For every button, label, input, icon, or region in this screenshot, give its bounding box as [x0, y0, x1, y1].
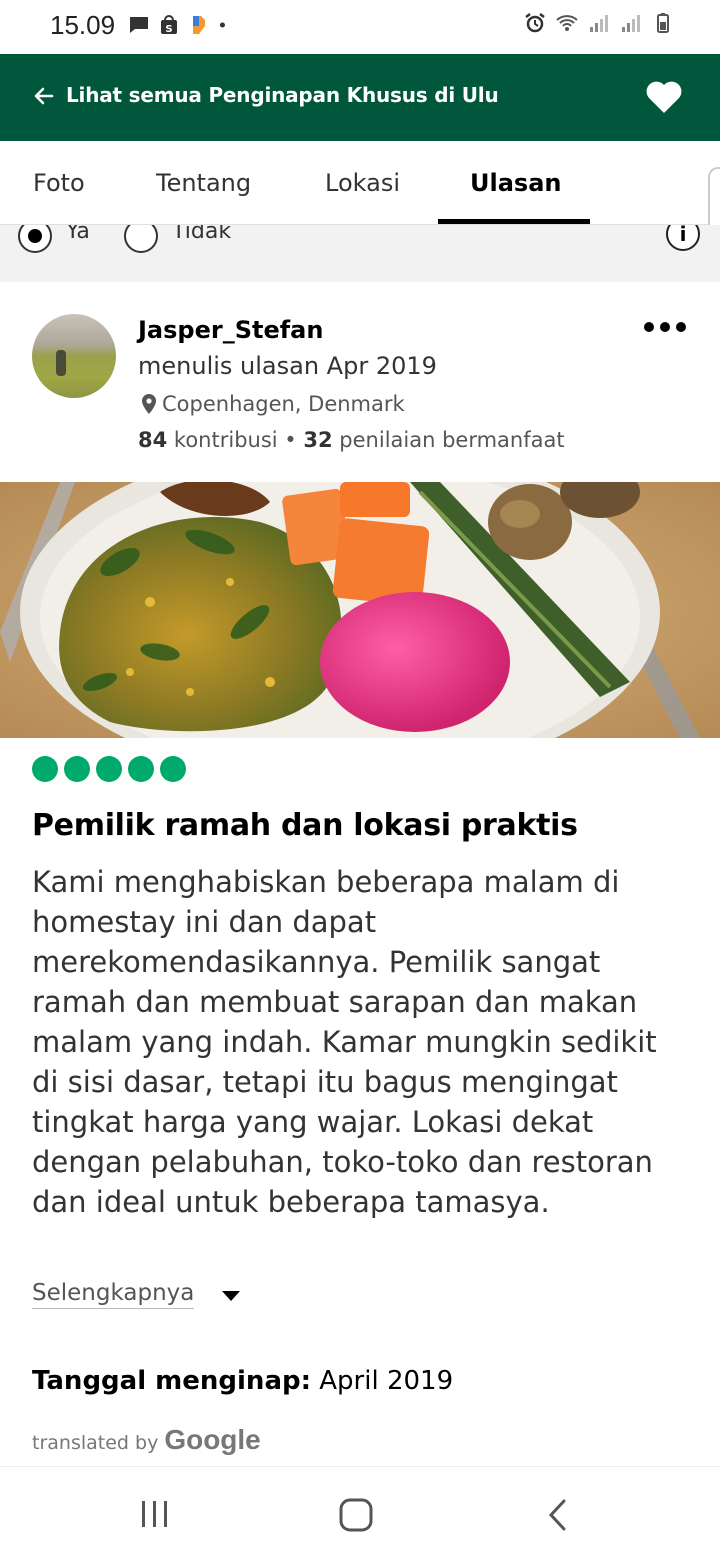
reviewer-name[interactable]: Jasper_Stefan — [138, 316, 323, 344]
contributions: 84 kontribusi • 32 penilaian bermanfaat — [138, 428, 565, 452]
google-logo: Google — [164, 1424, 261, 1455]
stay-date-label: Tanggal menginap: — [32, 1366, 311, 1396]
helpful-count: 32 — [303, 428, 333, 452]
contribution-separator: • — [284, 428, 297, 452]
heart-icon[interactable] — [644, 78, 684, 116]
wifi-icon — [556, 15, 578, 31]
radio-no[interactable] — [124, 225, 158, 253]
shopping-icon: S — [161, 15, 177, 35]
battery-icon — [657, 13, 669, 33]
review-date: menulis ulasan Apr 2019 — [138, 352, 437, 380]
alarm-icon — [525, 13, 545, 33]
tab-lokasi[interactable]: Lokasi — [325, 169, 400, 197]
rating-bubble — [32, 756, 58, 782]
avatar[interactable] — [32, 314, 116, 398]
review-title: Pemilik ramah dan lokasi praktis — [32, 808, 578, 843]
translation-attribution: translated by Google — [32, 1424, 261, 1456]
avatar-figure — [56, 350, 66, 376]
rating-bubble — [64, 756, 90, 782]
status-time: 15.09 — [50, 10, 116, 40]
tab-ulasan[interactable]: Ulasan — [470, 169, 561, 197]
radio-selected-dot — [28, 229, 42, 243]
dot-icon — [219, 22, 225, 28]
radio-no-label: Tidak — [172, 225, 232, 244]
food-plate-image — [0, 482, 720, 738]
notification-icons: S — [128, 14, 232, 36]
tab-bar: Foto Tentang Lokasi Ulasan — [0, 141, 720, 225]
radio-yes[interactable] — [18, 225, 52, 253]
review-header: Jasper_Stefan menulis ulasan Apr 2019 Co… — [0, 282, 720, 482]
contribution-count: 84 — [138, 428, 168, 452]
review-body: Kami menghabiskan beberapa malam di home… — [32, 865, 657, 1219]
contribution-label: kontribusi — [173, 428, 278, 452]
location-text: Copenhagen, Denmark — [162, 392, 405, 416]
radio-yes-label: Ya — [66, 225, 90, 244]
signal-icon — [622, 15, 640, 32]
rating-bubble — [128, 756, 154, 782]
chat-icon — [130, 17, 148, 33]
system-nav-bar — [0, 1466, 720, 1560]
helpful-label: penilaian bermanfaat — [339, 428, 565, 452]
reviewer-location: Copenhagen, Denmark — [140, 392, 405, 416]
back-link[interactable]: Lihat semua Penginapan Khusus di Ulu — [66, 83, 499, 107]
recent-apps-icon[interactable] — [138, 1497, 172, 1531]
review-photo[interactable] — [0, 482, 720, 738]
tab-tentang[interactable]: Tentang — [156, 169, 251, 197]
svg-text:S: S — [165, 24, 172, 35]
status-bar: 15.09 S — [0, 0, 720, 54]
stay-date-value: April 2019 — [319, 1366, 454, 1396]
app-header: Lihat semua Penginapan Khusus di Ulu — [0, 54, 720, 141]
filter-strip: Ya Tidak i — [0, 225, 720, 282]
location-pin-icon — [142, 394, 156, 414]
tab-foto[interactable]: Foto — [33, 169, 85, 197]
signal-icon — [590, 15, 608, 32]
chevron-down-icon[interactable] — [222, 1291, 240, 1301]
app-icon — [193, 16, 205, 34]
translated-label: translated by — [32, 1432, 159, 1454]
info-icon[interactable]: i — [666, 225, 700, 251]
active-tab-indicator — [438, 219, 590, 224]
rating-bubble — [160, 756, 186, 782]
rating-bubbles — [32, 756, 186, 782]
more-options-icon[interactable] — [644, 322, 686, 332]
back-arrow-icon[interactable] — [32, 84, 56, 108]
system-icons — [524, 12, 674, 34]
rating-bubble — [96, 756, 122, 782]
home-icon[interactable] — [338, 1497, 374, 1533]
back-icon[interactable] — [544, 1497, 572, 1533]
read-more-link[interactable]: Selengkapnya — [32, 1280, 195, 1309]
stay-date: Tanggal menginap: April 2019 — [32, 1366, 453, 1396]
